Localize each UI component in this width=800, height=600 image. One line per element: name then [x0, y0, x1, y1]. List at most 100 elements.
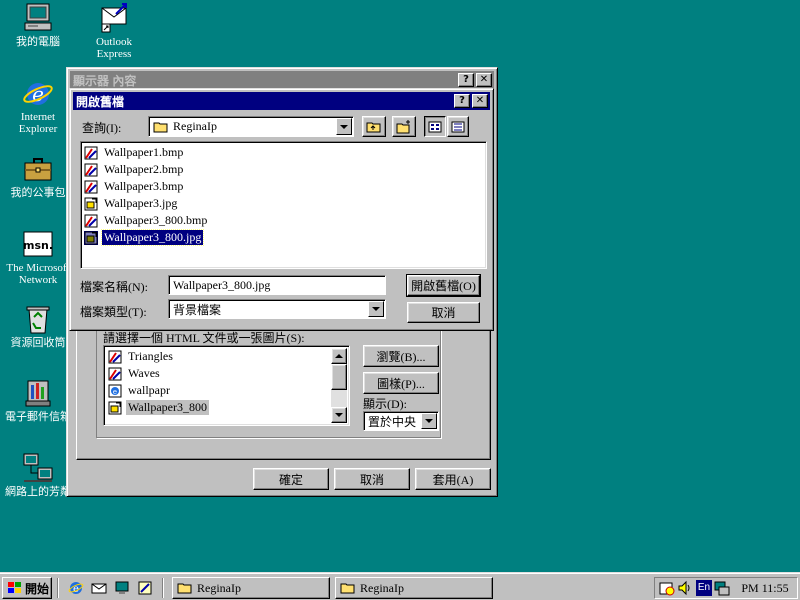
desktop-icon-label: 電子郵件信箱 — [5, 411, 71, 423]
desktop-icon-inbox[interactable]: 電子郵件信箱 — [0, 377, 76, 423]
display-label: 顯示(D): — [363, 397, 407, 411]
jpg-file-icon — [108, 401, 122, 415]
new-folder-button[interactable] — [392, 116, 416, 137]
apply-button[interactable]: 套用(A) — [415, 468, 491, 490]
start-button[interactable]: 開始 — [2, 577, 52, 599]
my-computer-icon — [22, 2, 54, 34]
arrow-up-icon — [335, 354, 343, 358]
file-list[interactable]: Wallpaper1.bmp Wallpaper2.bmp Wallpaper3… — [80, 141, 487, 269]
task-button-reginaip-2[interactable]: ReginaIp — [335, 577, 493, 599]
desktop-icon-msn[interactable]: msn. The Microsoft Network — [0, 228, 76, 286]
bmp-file-icon — [84, 214, 98, 228]
bmp-file-icon — [108, 367, 122, 381]
file-item[interactable]: Wallpaper3_800.bmp — [84, 212, 209, 229]
desktop-icon-network[interactable]: 網路上的芳鄰 — [0, 452, 76, 498]
file-item[interactable]: Wallpaper3.bmp — [84, 178, 185, 195]
taskbar-separator — [162, 578, 164, 598]
look-in-combo[interactable]: ReginaIp — [148, 116, 354, 137]
open-dialog-titlebar[interactable]: 開啟舊檔 ? ✕ — [73, 92, 490, 110]
network-icon[interactable] — [714, 580, 730, 596]
clock[interactable]: PM 11:55 — [737, 580, 793, 596]
file-item[interactable]: Wallpaper2.bmp — [84, 161, 185, 178]
ok-button[interactable]: 確定 — [253, 468, 329, 490]
desktop-icon-label: 我的公事包 — [10, 187, 66, 199]
scheduler-icon[interactable] — [659, 580, 675, 596]
browse-button[interactable]: 瀏覽(B)... — [363, 345, 439, 367]
look-in-label: 查詢(I): — [82, 121, 122, 135]
list-view-button[interactable] — [424, 116, 446, 137]
desktop-icon-recycle-bin[interactable]: 資源回收筒 — [0, 303, 76, 349]
bmp-file-icon — [108, 350, 122, 364]
display-mode-select[interactable]: 置於中央 — [363, 411, 439, 431]
window-title: 顯示器 內容 — [73, 73, 137, 88]
desktop-icon-briefcase[interactable]: 我的公事包 — [0, 153, 76, 199]
system-tray: En PM 11:55 — [654, 577, 798, 599]
details-view-icon — [451, 121, 465, 132]
desktop-icon-outlook-express[interactable]: Outlook Express — [76, 2, 152, 60]
list-item[interactable]: Triangles — [108, 348, 175, 365]
list-view-icon — [428, 121, 442, 132]
jpg-file-icon — [84, 230, 98, 245]
wallpaper-list[interactable]: Triangles Waves e wallpapr Wallpaper3_80… — [103, 345, 350, 426]
taskbar-separator — [57, 578, 59, 598]
dialog-title: 開啟舊檔 — [76, 94, 125, 109]
file-item-selected[interactable]: Wallpaper3_800.jpg — [84, 229, 205, 246]
internet-explorer-icon: e — [22, 77, 54, 109]
file-name-input[interactable]: Wallpaper3_800.jpg — [168, 275, 386, 295]
bmp-file-icon — [84, 163, 98, 177]
up-one-level-button[interactable] — [362, 116, 386, 137]
quick-launch-outlook-icon[interactable] — [91, 580, 107, 596]
close-button[interactable]: ✕ — [472, 94, 488, 108]
quick-launch-ie-icon[interactable]: e — [68, 580, 84, 596]
list-item[interactable]: Waves — [108, 365, 162, 382]
file-item[interactable]: Wallpaper3.jpg — [84, 195, 179, 212]
new-folder-icon — [396, 119, 410, 133]
desktop-icon-label: 網路上的芳鄰 — [5, 486, 71, 498]
msn-icon: msn. — [22, 228, 54, 260]
svg-text:msn.: msn. — [23, 239, 53, 252]
desktop-icon-label: The Microsoft Network — [6, 262, 70, 286]
html-file-icon: e — [108, 384, 122, 398]
scroll-up-button[interactable] — [331, 348, 347, 364]
cancel-button[interactable]: 取消 — [334, 468, 410, 490]
inbox-icon — [22, 377, 54, 409]
dropdown-arrow-icon[interactable] — [336, 118, 352, 135]
list-scrollbar[interactable] — [331, 348, 347, 423]
open-button[interactable]: 開啟舊檔(O) — [406, 274, 481, 297]
bmp-file-icon — [84, 146, 98, 160]
windows-logo-icon — [8, 582, 21, 593]
dropdown-arrow-icon[interactable] — [368, 301, 384, 317]
close-button[interactable]: ✕ — [476, 73, 492, 87]
close-icon: ✕ — [479, 74, 489, 85]
file-item[interactable]: Wallpaper1.bmp — [84, 144, 185, 161]
arrow-down-icon — [335, 413, 343, 417]
network-neighborhood-icon — [22, 452, 54, 484]
quick-launch-desktop-icon[interactable] — [114, 580, 130, 596]
language-indicator[interactable]: En — [696, 580, 712, 596]
briefcase-icon — [22, 153, 54, 185]
cancel-button[interactable]: 取消 — [407, 302, 480, 323]
bmp-file-icon — [84, 180, 98, 194]
desktop-icon-label: Outlook Express — [95, 36, 133, 60]
help-button[interactable]: ? — [454, 94, 470, 108]
folder-icon — [340, 583, 355, 594]
desktop-icon-label: 資源回收筒 — [10, 337, 66, 349]
desktop-icon-internet-explorer[interactable]: e Internet Explorer — [0, 77, 76, 135]
close-icon: ✕ — [475, 95, 485, 106]
dropdown-arrow-icon[interactable] — [421, 413, 437, 429]
desktop-icon-my-computer[interactable]: 我的電腦 — [0, 2, 76, 48]
file-type-select[interactable]: 背景檔案 — [168, 299, 386, 319]
list-item[interactable]: e wallpapr — [108, 382, 172, 399]
outlook-express-icon — [98, 2, 130, 34]
volume-icon[interactable] — [677, 580, 693, 596]
task-button-reginaip-1[interactable]: ReginaIp — [172, 577, 330, 599]
help-button[interactable]: ? — [458, 73, 474, 87]
list-item[interactable]: Wallpaper3_800 — [108, 399, 210, 416]
details-view-button[interactable] — [447, 116, 469, 137]
folder-icon — [177, 583, 192, 594]
display-properties-titlebar[interactable]: 顯示器 內容 ? ✕ — [70, 71, 494, 89]
quick-launch-channels-icon[interactable] — [137, 580, 153, 596]
scroll-down-button[interactable] — [331, 407, 347, 423]
scroll-thumb[interactable] — [331, 364, 347, 390]
pattern-button[interactable]: 圖樣(P)... — [363, 372, 439, 394]
